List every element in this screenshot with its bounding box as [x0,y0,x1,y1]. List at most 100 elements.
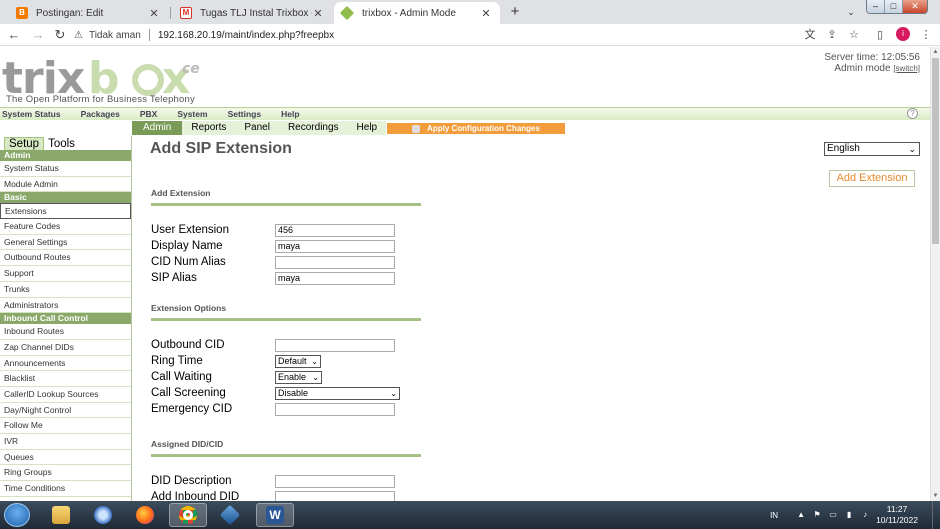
share-icon[interactable]: ⇪ [824,27,840,43]
sidebar-item-day-night-control[interactable]: Day/Night Control [0,403,131,419]
switch-link[interactable]: [switch] [893,64,920,73]
subnav-help[interactable]: Help [347,121,387,135]
browser-tab-strip: B Postingan: Edit ✕ M Tugas TLJ Instal T… [0,0,940,24]
windows-start-button[interactable] [4,503,30,527]
chevron-down-icon: ⌄ [312,373,319,382]
sidebar-item-trunks[interactable]: Trunks [0,282,131,298]
taskbar-virtualbox[interactable] [211,503,249,527]
subnav-reports[interactable]: Reports [182,121,236,135]
translate-icon[interactable]: 文 [802,27,818,43]
taskbar-chrome[interactable] [169,503,207,527]
tab-search-icon[interactable]: ⌄ [843,4,859,20]
taskbar-firefox[interactable] [126,503,164,527]
tab-tools[interactable]: Tools [44,138,79,150]
topnav-settings[interactable]: Settings [228,109,262,119]
scroll-up-arrow-icon[interactable]: ▲ [931,47,940,57]
sip-alias-input[interactable]: maya [275,272,395,285]
taskbar-thunderbird[interactable] [84,503,122,527]
network-icon[interactable]: ▮ [844,510,854,520]
topnav-system[interactable]: System [177,109,207,119]
help-question-icon[interactable]: ? [907,108,918,119]
maximize-button[interactable]: □ [885,0,903,13]
sidebar-panel-icon[interactable]: ▯ [872,27,888,43]
browser-tab-blogger[interactable]: B Postingan: Edit ✕ [8,2,168,24]
sidebar-item-zap-channel-dids[interactable]: Zap Channel DIDs [0,340,131,356]
browser-tab-gmail[interactable]: M Tugas TLJ Instal Trixbox - nismayu ✕ [172,2,332,24]
subnav-recordings[interactable]: Recordings [278,121,348,135]
sidebar-item-ivr[interactable]: IVR [0,434,131,450]
back-arrow-icon[interactable]: ← [6,27,22,43]
sidebar-item-outbound-routes[interactable]: Outbound Routes [0,250,131,267]
sidebar-item-administrators[interactable]: Administrators [0,298,131,314]
call-waiting-select[interactable]: Enable ⌄ [275,371,322,384]
add-extension-top-button[interactable]: Add Extension [829,170,915,187]
show-desktop-button[interactable] [932,501,938,529]
sidebar-item-general-settings[interactable]: General Settings [0,235,131,251]
page-title-wrap: Add SIP Extension [150,140,292,158]
subnav-panel[interactable]: Panel [235,121,279,135]
url-text[interactable]: 192.168.20.19/maint/index.php?freepbx [158,30,334,41]
scroll-down-arrow-icon[interactable]: ▼ [931,491,940,501]
sidebar-item-module-admin[interactable]: Module Admin [0,177,131,193]
topnav-pbx[interactable]: PBX [140,109,157,119]
taskbar-word[interactable]: W [256,503,294,527]
tab-setup[interactable]: Setup [4,137,45,150]
thunderbird-icon [94,506,112,524]
topnav-help[interactable]: Help [281,109,299,119]
sidebar-item-system-status[interactable]: System Status [0,161,131,177]
sub-nav: Admin Reports Panel Recordings Help [132,121,387,135]
tray-expand-icon[interactable]: ▲ [796,510,806,520]
user-extension-input[interactable]: 456 [275,224,395,237]
cid-num-alias-input[interactable] [275,256,395,269]
minimize-button[interactable]: – [867,0,885,13]
browser-tab-trixbox[interactable]: trixbox - Admin Mode ✕ [334,2,500,24]
sidebar-item-blacklist[interactable]: Blacklist [0,371,131,387]
ring-time-select[interactable]: Default ⌄ [275,355,321,368]
sidebar-item-time-conditions[interactable]: Time Conditions [0,481,131,497]
profile-avatar[interactable]: i [896,27,910,41]
call-screening-select[interactable]: Disable ⌄ [275,387,400,400]
sidebar-item-follow-me[interactable]: Follow Me [0,418,131,434]
close-icon[interactable]: ✕ [312,7,324,20]
word-icon: W [266,506,284,524]
sidebar-header-basic: Basic [0,192,131,204]
display-name-input[interactable]: maya [275,240,395,253]
sidebar-item-callerid-lookup[interactable]: CallerID Lookup Sources [0,387,131,403]
battery-icon[interactable]: ▭ [828,510,838,520]
sidebar-item-inbound-routes[interactable]: Inbound Routes [0,324,131,340]
reload-icon[interactable]: ↻ [52,27,68,43]
topnav-system-status[interactable]: System Status [2,109,61,119]
close-icon[interactable]: ✕ [148,7,160,20]
volume-icon[interactable]: ♪ [860,510,870,520]
flag-icon[interactable]: ⚑ [812,510,822,520]
new-tab-button[interactable]: + [507,4,523,20]
add-inbound-did-input[interactable] [275,491,395,501]
emergency-cid-input[interactable] [275,403,395,416]
language-select[interactable]: English ⌄ [824,142,920,156]
sidebar-item-announcements[interactable]: Announcements [0,356,131,372]
taskbar-explorer[interactable] [42,503,80,527]
subnav-admin[interactable]: Admin [132,121,183,135]
sidebar-item-support[interactable]: Support [0,266,131,282]
security-label[interactable]: Tidak aman [89,30,141,41]
close-icon[interactable]: ✕ [480,7,492,20]
menu-kebab-icon[interactable]: ⋮ [918,27,934,43]
apply-configuration-button[interactable]: Apply Configuration Changes [387,123,565,134]
bookmark-star-icon[interactable]: ☆ [846,27,862,43]
sidebar-item-ring-groups[interactable]: Ring Groups [0,465,131,482]
sidebar-item-queues[interactable]: Queues [0,450,131,466]
forward-arrow-icon[interactable]: → [30,27,46,43]
did-description-input[interactable] [275,475,395,488]
input-language[interactable]: IN [770,511,778,520]
sidebar-item-extensions[interactable]: Extensions [0,203,131,220]
warning-icon[interactable]: ⚠ [74,30,83,41]
scroll-thumb[interactable] [932,58,939,244]
sidebar-item-feature-codes[interactable]: Feature Codes [0,219,131,235]
page-scrollbar[interactable]: ▲ ▼ [930,47,940,501]
outbound-cid-input[interactable] [275,339,395,352]
clock[interactable]: 11:27 10/11/2022 [876,504,918,526]
window-close-button[interactable]: ✕ [903,0,927,13]
admin-mode-line: Admin mode [switch] [824,63,920,74]
address-bar[interactable]: ⚠ Tidak aman 192.168.20.19/maint/index.p… [74,26,794,44]
topnav-packages[interactable]: Packages [81,109,120,119]
